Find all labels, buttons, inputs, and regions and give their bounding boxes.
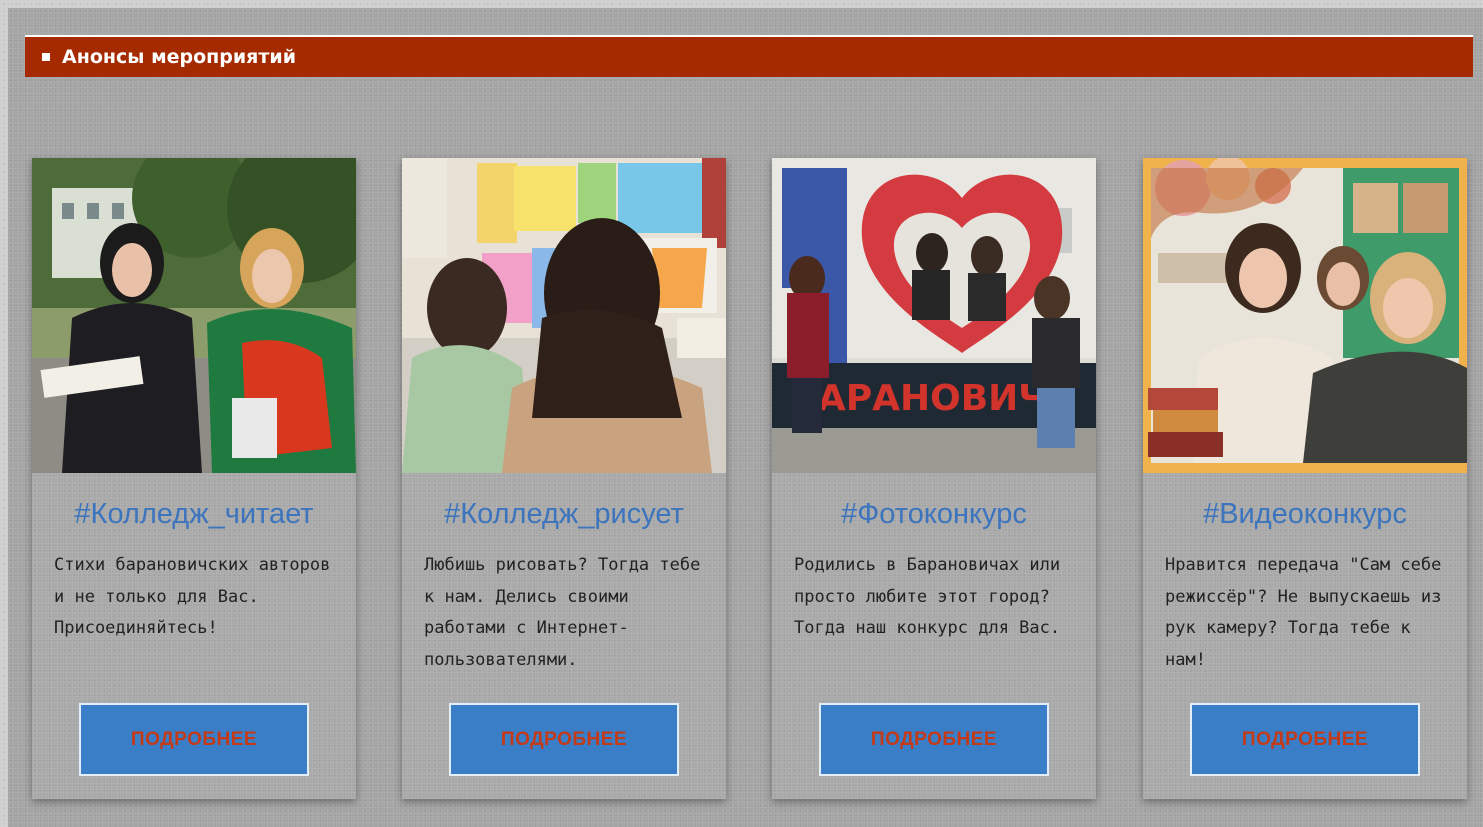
details-button[interactable]: ПОДРОБНЕЕ <box>1190 703 1420 776</box>
card-description: Родились в Барановичах или просто любите… <box>794 555 1061 638</box>
section-header: Анонсы мероприятий <box>25 35 1473 77</box>
details-button[interactable]: ПОДРОБНЕЕ <box>79 703 309 776</box>
card-description: Любишь рисовать? Тогда тебе к нам. Делис… <box>424 555 701 670</box>
card-description: Стихи барановичских авторов и не только … <box>54 555 331 638</box>
event-card-college-reads: #Колледж_читает Стихи барановичских авто… <box>32 158 356 799</box>
section-title: Анонсы мероприятий <box>62 46 297 68</box>
card-description: Нравится передача "Сам себе режиссёр"? Н… <box>1165 555 1442 670</box>
event-card-photo-contest: БАРАНОВИЧИ #Фотоконкурс Родились в Баран… <box>772 158 1096 799</box>
square-bullet-icon <box>42 53 50 61</box>
card-title[interactable]: #Колледж_рисует <box>402 498 726 531</box>
event-photo-reading[interactable] <box>32 158 356 473</box>
event-photo-city-sign[interactable]: БАРАНОВИЧИ <box>772 158 1096 473</box>
event-card-college-draws: #Колледж_рисует Любишь рисовать? Тогда т… <box>402 158 726 799</box>
event-photo-drawings[interactable] <box>402 158 726 473</box>
event-card-video-contest: #Видеоконкурс Нравится передача "Сам себ… <box>1143 158 1467 799</box>
details-button[interactable]: ПОДРОБНЕЕ <box>449 703 679 776</box>
card-title[interactable]: #Колледж_читает <box>32 498 356 531</box>
details-button[interactable]: ПОДРОБНЕЕ <box>819 703 1049 776</box>
event-photo-video[interactable] <box>1143 158 1467 473</box>
card-title[interactable]: #Видеоконкурс <box>1143 498 1467 531</box>
card-title[interactable]: #Фотоконкурс <box>772 498 1096 531</box>
